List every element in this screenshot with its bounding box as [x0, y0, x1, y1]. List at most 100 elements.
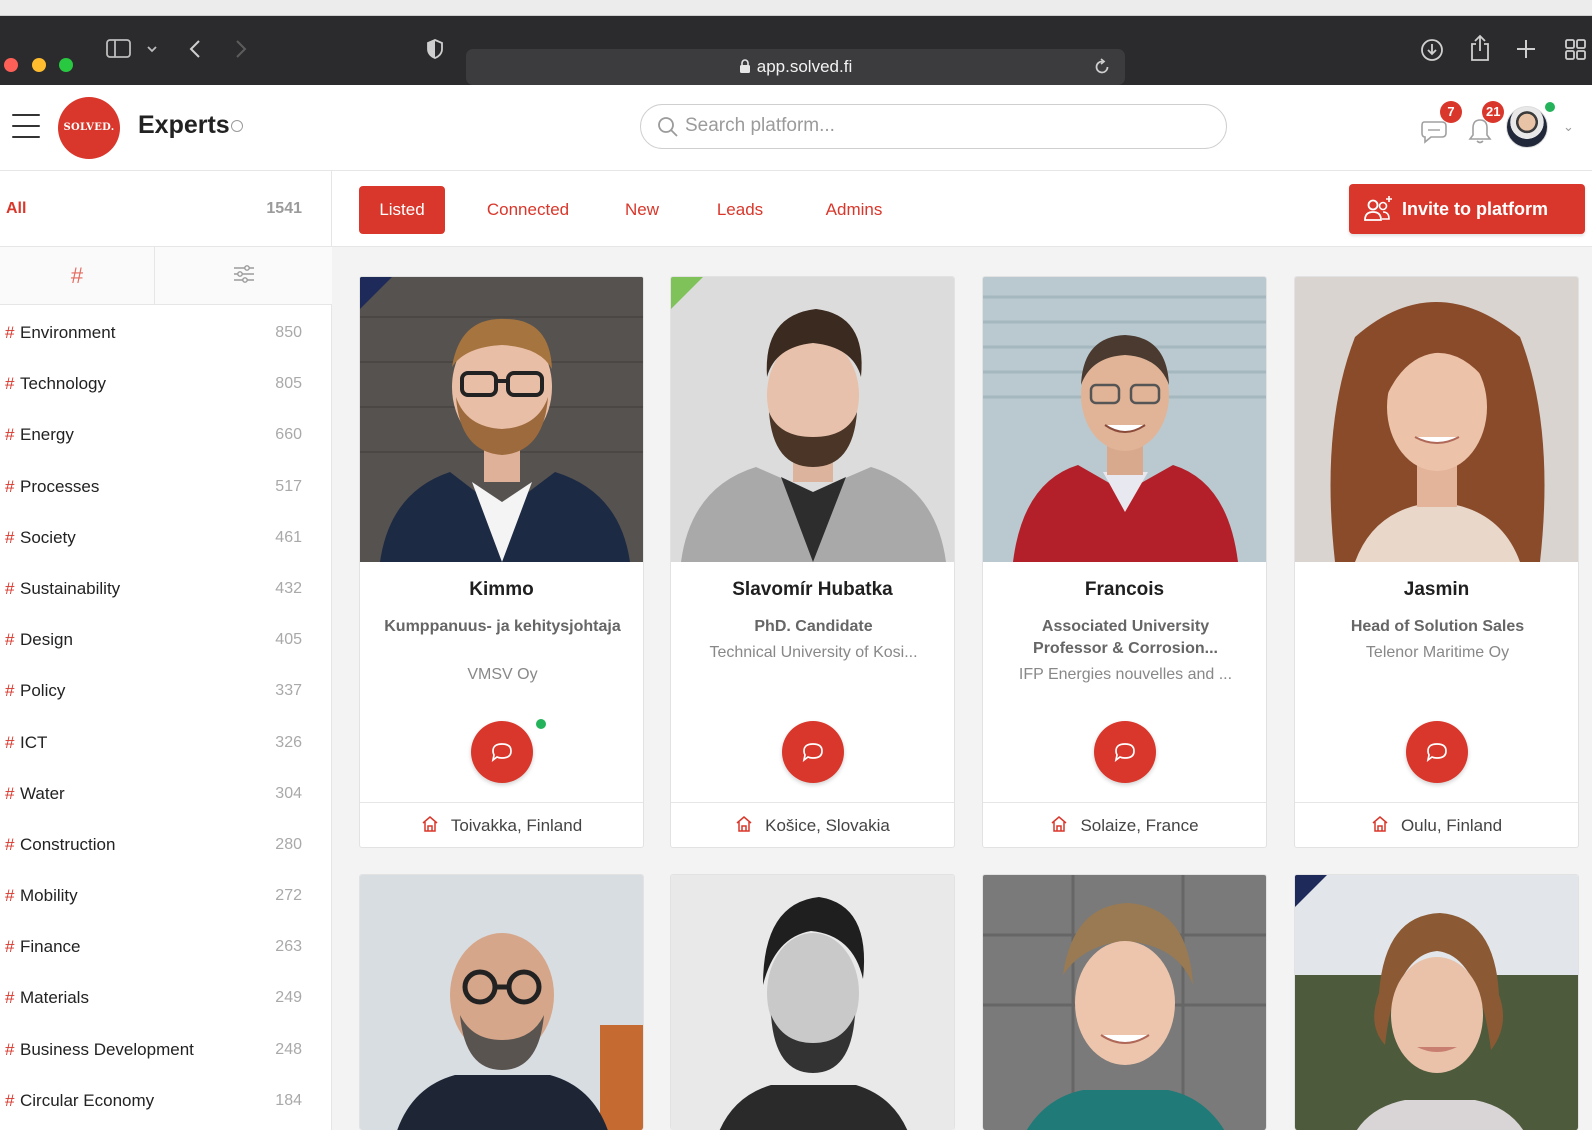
hash-icon: #	[5, 425, 15, 445]
downloads-icon[interactable]	[1420, 38, 1444, 62]
solved-logo[interactable]: SOLVED.	[58, 97, 120, 159]
chat-button[interactable]	[1406, 721, 1468, 783]
invite-label: Invite to platform	[1402, 199, 1549, 219]
expert-name[interactable]: Slavomír Hubatka	[671, 579, 954, 601]
hash-icon: #	[5, 323, 15, 342]
expert-filter-tabs: Listed Connected New Leads Admins Invite…	[332, 171, 1592, 247]
category-item[interactable]: # Circular Economy 184	[0, 1073, 332, 1124]
expert-photo[interactable]	[671, 277, 954, 562]
category-name: Environment	[20, 323, 116, 342]
category-item[interactable]: # Policy 337	[0, 663, 332, 714]
chat-button[interactable]	[471, 721, 533, 783]
category-item[interactable]: # ICT 326	[0, 715, 332, 766]
expert-card[interactable]	[1294, 874, 1579, 1130]
share-icon[interactable]	[1469, 34, 1491, 62]
all-experts-filter[interactable]: All 1541	[0, 171, 332, 247]
category-count: 850	[275, 324, 302, 341]
privacy-shield-icon[interactable]	[426, 38, 444, 60]
expert-card[interactable]: Jasmin Head of Solution Sales Telenor Ma…	[1294, 276, 1579, 848]
category-item[interactable]: # Business Development 248	[0, 1022, 332, 1073]
hash-icon: #	[5, 578, 15, 598]
expert-title: PhD. Candidate	[754, 618, 873, 635]
category-count: 405	[275, 631, 302, 649]
chat-button[interactable]	[1094, 721, 1156, 783]
expert-name[interactable]: Kimmo	[360, 579, 643, 601]
expert-name[interactable]: Jasmin	[1295, 579, 1578, 601]
category-item[interactable]: # Design 405	[0, 612, 332, 663]
tab-listed[interactable]: Listed	[359, 186, 445, 234]
sidebar-view-tabs: #	[0, 247, 332, 305]
back-icon[interactable]	[188, 38, 202, 60]
category-name: Energy	[20, 425, 74, 445]
chat-bubble-icon	[802, 743, 823, 762]
location-text: Oulu, Finland	[1400, 816, 1503, 835]
expert-photo[interactable]	[360, 875, 643, 1130]
tab-hashtags[interactable]: #	[0, 247, 155, 305]
tab-admins[interactable]: Admins	[818, 186, 890, 234]
category-item[interactable]: # Environment 850	[0, 305, 332, 356]
expert-photo[interactable]	[671, 875, 954, 1130]
expert-card[interactable]	[359, 874, 644, 1130]
expert-card[interactable]: Francois Associated University Professor…	[982, 276, 1267, 848]
window-top-edge	[0, 0, 1592, 16]
category-name: Technology	[20, 374, 107, 394]
expert-photo[interactable]	[983, 875, 1266, 1130]
category-item[interactable]: # Mobility 272	[0, 868, 332, 919]
category-item[interactable]: # Energy 660	[0, 407, 332, 458]
close-window-button[interactable]	[4, 58, 18, 72]
expert-photo[interactable]	[1295, 277, 1578, 562]
expert-title: Kumppanuus- ja kehitysjohtaja	[384, 618, 621, 635]
category-item[interactable]: # Processes 517	[0, 459, 332, 510]
expert-card[interactable]	[982, 874, 1267, 1130]
reload-icon[interactable]	[1094, 58, 1111, 76]
category-item[interactable]: # Materials 249	[0, 970, 332, 1021]
category-name: ICT	[20, 732, 48, 752]
category-item[interactable]: # Construction 280	[0, 817, 332, 868]
tab-overview-icon[interactable]	[1564, 38, 1588, 62]
messages-badge: 7	[1440, 101, 1462, 123]
search-input[interactable]	[685, 105, 1205, 147]
browser-toolbar: app.solved.fi	[0, 16, 1592, 85]
hash-icon: #	[5, 732, 15, 752]
hash-icon: #	[5, 834, 15, 854]
expert-photo[interactable]	[1295, 875, 1578, 1130]
zoom-window-button[interactable]	[59, 58, 73, 72]
portrait-image	[671, 875, 954, 1130]
category-sidebar: All 1541 # # Environment 850 # Technology 80…	[0, 171, 332, 1130]
expert-name[interactable]: Francois	[983, 579, 1266, 601]
category-count: 326	[275, 733, 302, 751]
tab-connected[interactable]: Connected	[473, 186, 583, 234]
category-item[interactable]: # Water 304	[0, 766, 332, 817]
category-item[interactable]: # Technology 805	[0, 356, 332, 407]
expert-photo[interactable]	[983, 277, 1266, 562]
sidebar-toggle-icon[interactable]	[106, 38, 132, 60]
category-item[interactable]: # Finance 263	[0, 919, 332, 970]
tab-new[interactable]: New	[612, 186, 672, 234]
expert-card[interactable]	[670, 874, 955, 1130]
new-tab-icon[interactable]	[1515, 38, 1537, 60]
category-name: Sustainability	[20, 578, 121, 598]
forward-icon[interactable]	[234, 38, 248, 60]
category-item[interactable]: # Sustainability 432	[0, 561, 332, 612]
expert-location: Košice, Slovakia	[671, 802, 954, 847]
chevron-down-icon[interactable]	[146, 44, 158, 54]
category-count: 184	[275, 1091, 302, 1109]
menu-icon[interactable]	[12, 114, 40, 138]
tab-filters[interactable]	[155, 247, 332, 305]
expert-card[interactable]: Kimmo Kumppanuus- ja kehitysjohtaja VMSV…	[359, 276, 644, 848]
portrait-image	[360, 875, 643, 1130]
minimize-window-button[interactable]	[32, 58, 46, 72]
info-icon[interactable]	[231, 120, 243, 132]
address-bar[interactable]: app.solved.fi	[466, 49, 1125, 85]
location-text: Toivakka, Finland	[450, 816, 583, 835]
category-item[interactable]: # Society 461	[0, 510, 332, 561]
invite-to-platform-button[interactable]: Invite to platform	[1349, 184, 1585, 234]
chat-button[interactable]	[782, 721, 844, 783]
account-chevron-down-icon[interactable]: ⌄	[1563, 119, 1574, 135]
expert-photo[interactable]	[360, 277, 643, 562]
user-avatar[interactable]	[1506, 106, 1548, 148]
chat-bubble-icon	[1114, 743, 1135, 762]
expert-card[interactable]: Slavomír Hubatka PhD. Candidate Technica…	[670, 276, 955, 848]
search-box[interactable]	[640, 104, 1227, 149]
tab-leads[interactable]: Leads	[710, 186, 770, 234]
